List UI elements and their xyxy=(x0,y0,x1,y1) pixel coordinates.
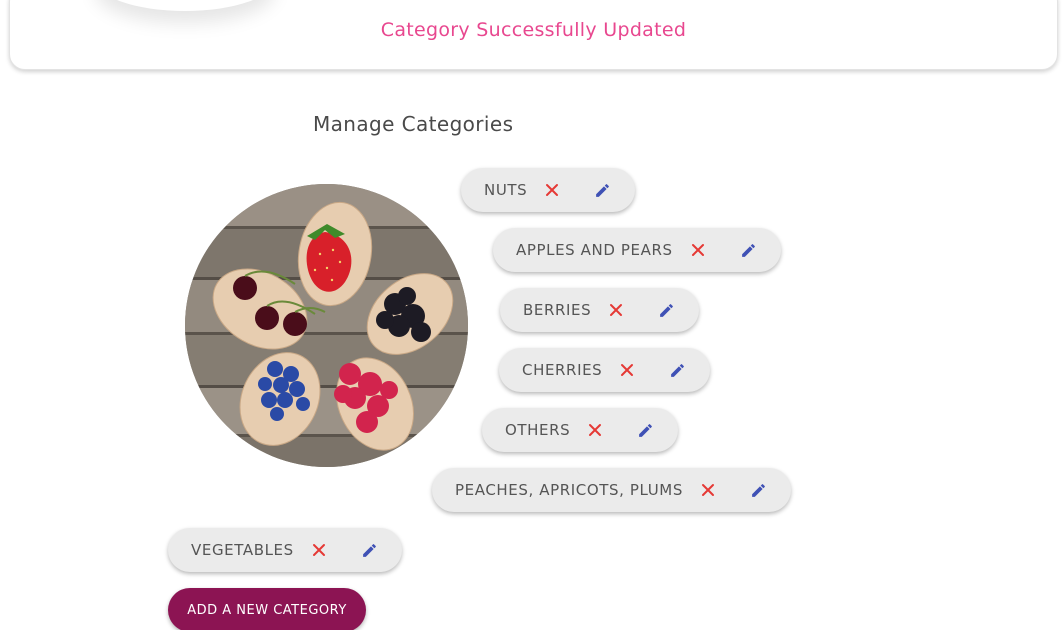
success-notification: Category Successfully Updated xyxy=(9,0,1058,70)
notification-decoration xyxy=(95,0,275,11)
close-icon[interactable] xyxy=(312,543,326,557)
category-label: CHERRIES xyxy=(522,361,603,379)
category-chip-cherries[interactable]: CHERRIES xyxy=(499,348,711,392)
pencil-icon[interactable] xyxy=(637,422,654,439)
category-chip-peaches-apricots-plums[interactable]: PEACHES, APRICOTS, PLUMS xyxy=(432,468,791,512)
category-chip-others[interactable]: OTHERS xyxy=(482,408,679,452)
manage-categories-page: Category Successfully Updated Manage Cat… xyxy=(0,0,1062,630)
notification-message: Category Successfully Updated xyxy=(380,19,687,41)
category-chip-berries[interactable]: BERRIES xyxy=(500,288,700,332)
pencil-icon[interactable] xyxy=(361,542,378,559)
fruit-photo xyxy=(185,184,468,467)
category-chip-apples-and-pears[interactable]: APPLES AND PEARS xyxy=(493,228,781,272)
pencil-icon[interactable] xyxy=(669,362,686,379)
category-label: NUTS xyxy=(484,181,528,199)
close-icon[interactable] xyxy=(620,363,634,377)
category-label: VEGETABLES xyxy=(191,541,294,559)
close-icon[interactable] xyxy=(701,483,715,497)
category-label: BERRIES xyxy=(523,301,592,319)
close-icon[interactable] xyxy=(609,303,623,317)
close-icon[interactable] xyxy=(691,243,705,257)
category-chip-vegetables[interactable]: VEGETABLES xyxy=(168,528,402,572)
pencil-icon[interactable] xyxy=(658,302,675,319)
page-title: Manage Categories xyxy=(313,112,514,136)
category-label: APPLES AND PEARS xyxy=(516,241,673,259)
pencil-icon[interactable] xyxy=(750,482,767,499)
category-label: OTHERS xyxy=(505,421,571,439)
pencil-icon[interactable] xyxy=(740,242,757,259)
pencil-icon[interactable] xyxy=(594,182,611,199)
add-category-button[interactable]: ADD A NEW CATEGORY xyxy=(168,588,366,630)
close-icon[interactable] xyxy=(588,423,602,437)
category-label: PEACHES, APRICOTS, PLUMS xyxy=(455,481,683,499)
close-icon[interactable] xyxy=(545,183,559,197)
category-chip-nuts[interactable]: NUTS xyxy=(461,168,636,212)
